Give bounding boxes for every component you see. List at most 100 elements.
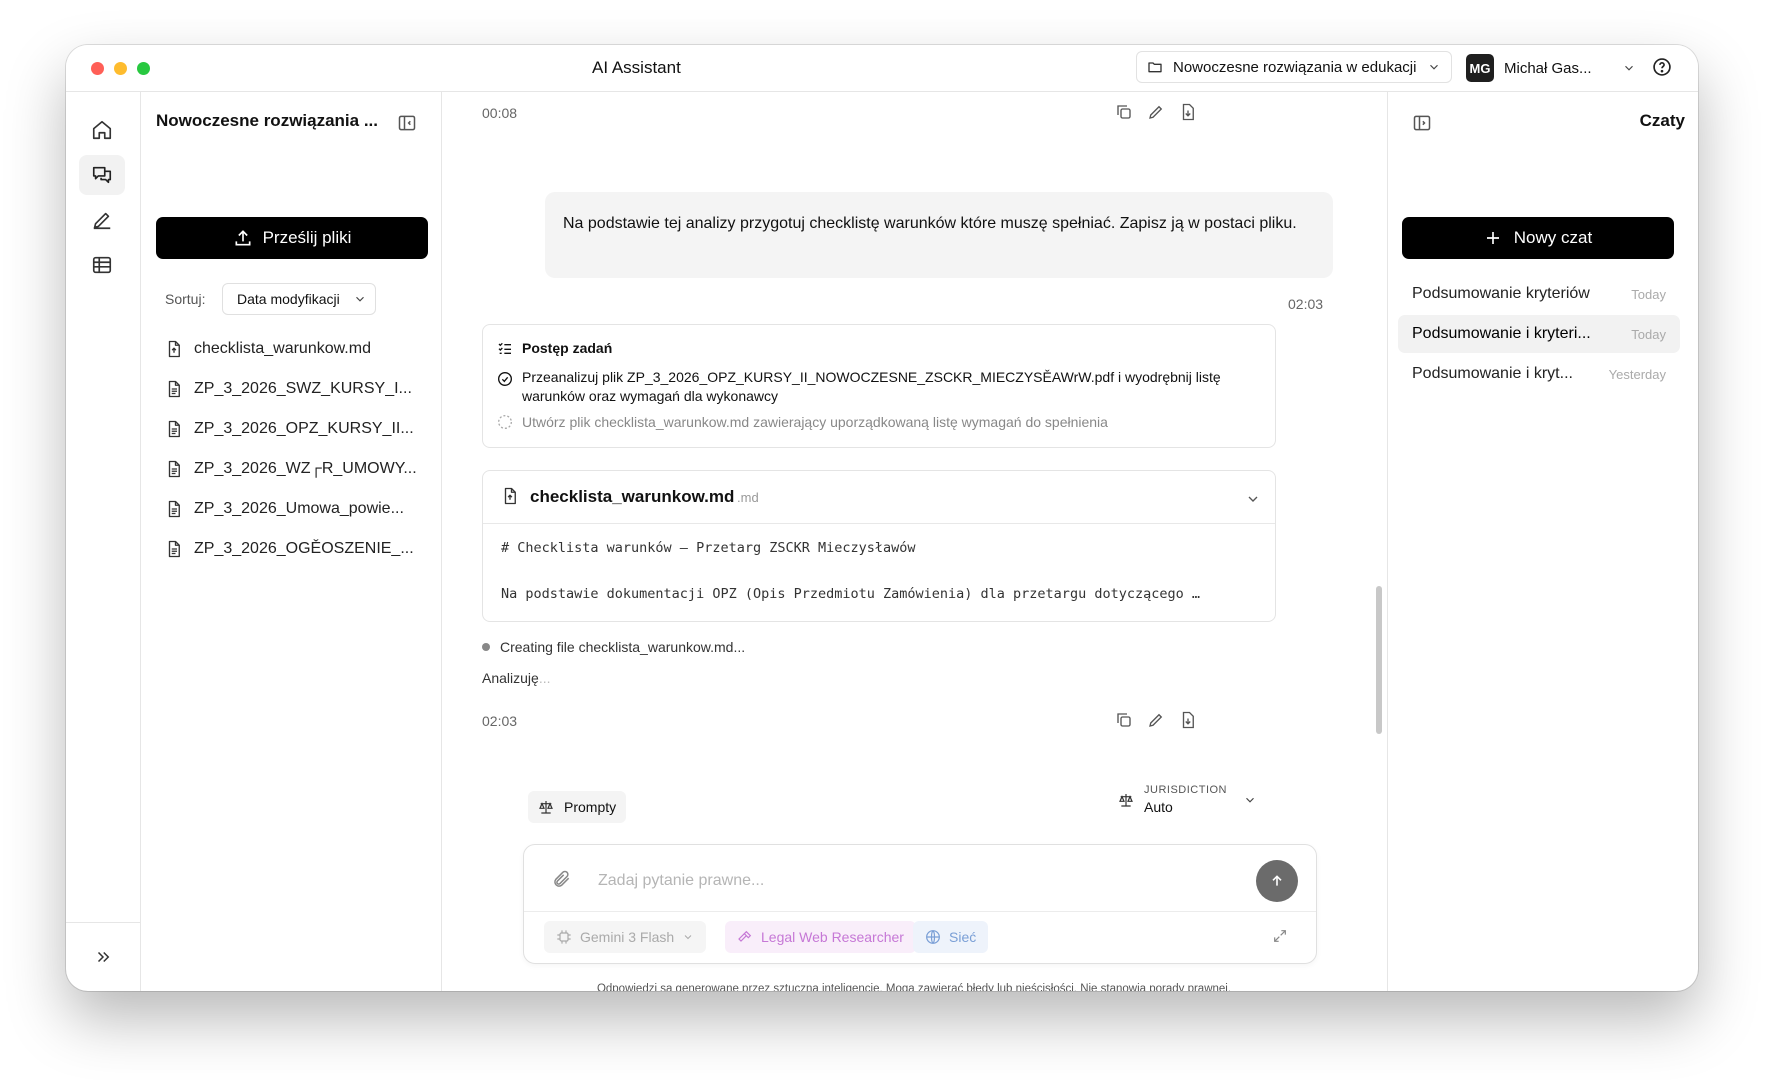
ai-disclaimer: Odpowiedzi są generowane przez sztuczną … [596,983,1232,991]
paperclip-icon[interactable] [552,869,572,889]
file-code-icon [504,487,516,505]
file-item[interactable]: checklista_warunkow.md [165,334,371,364]
copy-icon[interactable] [1115,103,1133,121]
chat-date: Yesterday [1608,366,1666,382]
expand-rail-button[interactable] [66,922,140,991]
chevron-down-icon [1625,65,1633,71]
legal-web-researcher-toggle[interactable]: Legal Web Researcher [725,921,916,953]
file-item[interactable]: ZP_3_2026_Umowa_powie... [165,494,404,524]
upload-icon [235,230,251,246]
minimize-window-button[interactable] [114,62,127,75]
status-dot [482,643,490,651]
maximize-window-button[interactable] [137,62,150,75]
document-icon [168,420,180,438]
task-item-done: Przeanalizuj plik ZP_3_2026_OPZ_KURSY_II… [497,368,1257,406]
message-time: 02:03 [482,713,518,729]
task-item-pending: Utwórz plik checklista_warunkow.md zawie… [497,414,1108,430]
analyzing-dots: ... [538,670,551,686]
project-selector[interactable]: Nowoczesne rozwiązania w edukacji [1136,51,1452,83]
task-progress-header: Postęp zadań [497,340,612,356]
upload-files-button[interactable]: Prześlij pliki [156,217,428,259]
save-file-icon[interactable] [1179,103,1197,121]
chat-list-item[interactable]: Podsumowanie kryteriów Today [1398,275,1680,313]
chat-scrollbar[interactable] [1376,586,1382,734]
pencil-icon [93,212,111,230]
file-item[interactable]: ZP_3_2026_WZ┌R_UMOWY... [165,454,417,484]
analyzing-indicator: Analizuję... [482,670,551,686]
message-time: 02:03 [1288,296,1324,312]
file-name: checklista_warunkow.md [194,340,371,357]
project-name: Nowoczesne rozwiązania w edukacji [1173,58,1417,76]
help-icon[interactable] [1652,57,1672,77]
double-chevron-right-icon [97,951,110,963]
composer-divider [524,911,1316,912]
checklist-icon [498,342,511,354]
model-selector[interactable]: Gemini 3 Flash [544,921,707,953]
nav-edit[interactable] [79,200,125,240]
nav-table[interactable] [79,245,125,285]
file-name: ZP_3_2026_OPZ_KURSY_II... [194,420,414,437]
chip-icon [557,930,571,944]
file-item[interactable]: ZP_3_2026_SWZ_KURSY_I... [165,374,412,404]
file-item[interactable]: ZP_3_2026_OGĚOSZENIE_... [165,534,414,564]
plus-icon [1486,232,1499,244]
file-code-icon [168,340,180,358]
web-toggle[interactable]: Sieć [913,921,989,953]
scale-icon [539,801,553,814]
task-progress-title: Postęp zadań [522,340,613,356]
chat-bubbles-icon [92,166,112,184]
pencil-icon[interactable] [1147,103,1165,121]
nav-chats[interactable] [79,155,125,195]
app-window: AI Assistant Nowoczesne rozwiązania w ed… [66,45,1698,991]
expand-panel-icon[interactable] [1412,113,1432,133]
message-composer: Gemini 3 Flash Legal Web Researcher Sieć [523,844,1317,964]
save-file-icon[interactable] [1179,711,1197,729]
prompts-button[interactable]: Prompty [528,791,627,823]
expand-icon[interactable] [1272,928,1288,944]
chat-date: Today [1631,286,1666,302]
files-panel: Nowoczesne rozwiązania ... Prześlij plik… [141,91,442,991]
check-circle-icon [498,372,512,386]
user-menu[interactable]: MG Michał Gas... [1466,53,1636,83]
message-time: 00:08 [482,105,518,121]
collapse-panel-icon[interactable] [397,113,417,133]
app-title: AI Assistant [592,58,681,77]
pencil-icon[interactable] [1147,711,1165,729]
nav-home[interactable] [79,110,125,150]
upload-files-label: Prześlij pliki [262,228,352,247]
document-icon [168,460,180,478]
sort-select[interactable]: Data modyfikacji [222,283,376,315]
web-toggle-label: Sieć [949,929,977,945]
chat-title: Podsumowanie i kryt... [1412,365,1573,382]
send-button[interactable] [1256,860,1298,902]
close-window-button[interactable] [91,62,104,75]
files-panel-title: Nowoczesne rozwiązania ... [156,111,379,130]
chat-list-item[interactable]: Podsumowanie i kryt... Yesterday [1398,355,1680,393]
file-item[interactable]: ZP_3_2026_OPZ_KURSY_II... [165,414,414,444]
chats-panel: Czaty Nowy czat Podsumowanie kryteriów T… [1387,91,1698,991]
chat-list-item[interactable]: Podsumowanie i kryteri... Today [1398,315,1680,353]
chat-date: Today [1631,326,1666,342]
jurisdiction-select[interactable]: JURISDICTION Auto [1118,784,1257,815]
copy-icon[interactable] [1115,711,1133,729]
file-preview-ext: .md [737,490,759,505]
file-preview-line: # Checklista warunków – Przetarg ZSCKR M… [501,540,916,556]
jurisdiction-label: JURISDICTION [1144,784,1227,796]
globe-icon [926,930,940,944]
chevron-down-icon[interactable] [1245,491,1261,507]
nav-rail [66,91,141,991]
task-text: Przeanalizuj plik ZP_3_2026_OPZ_KURSY_II… [522,369,1221,404]
hammer-icon [738,930,752,942]
task-progress-card: Postęp zadań Przeanalizuj plik ZP_3_2026… [482,324,1276,448]
title-bar: AI Assistant Nowoczesne rozwiązania w ed… [66,45,1698,92]
status-text: Creating file checklista_warunkow.md... [500,639,746,655]
file-preview-card[interactable]: checklista_warunkow.md .md # Checklista … [482,470,1276,622]
task-text: Utwórz plik checklista_warunkow.md zawie… [522,414,1108,430]
question-input[interactable] [596,867,1200,895]
document-icon [168,540,180,558]
new-chat-button[interactable]: Nowy czat [1402,217,1674,259]
status-line: Creating file checklista_warunkow.md... [482,639,745,655]
file-preview-line: Na podstawie dokumentacji OPZ (Opis Prze… [501,586,1200,602]
chevron-down-icon [1246,797,1254,803]
file-preview-header[interactable]: checklista_warunkow.md .md [483,471,1275,524]
